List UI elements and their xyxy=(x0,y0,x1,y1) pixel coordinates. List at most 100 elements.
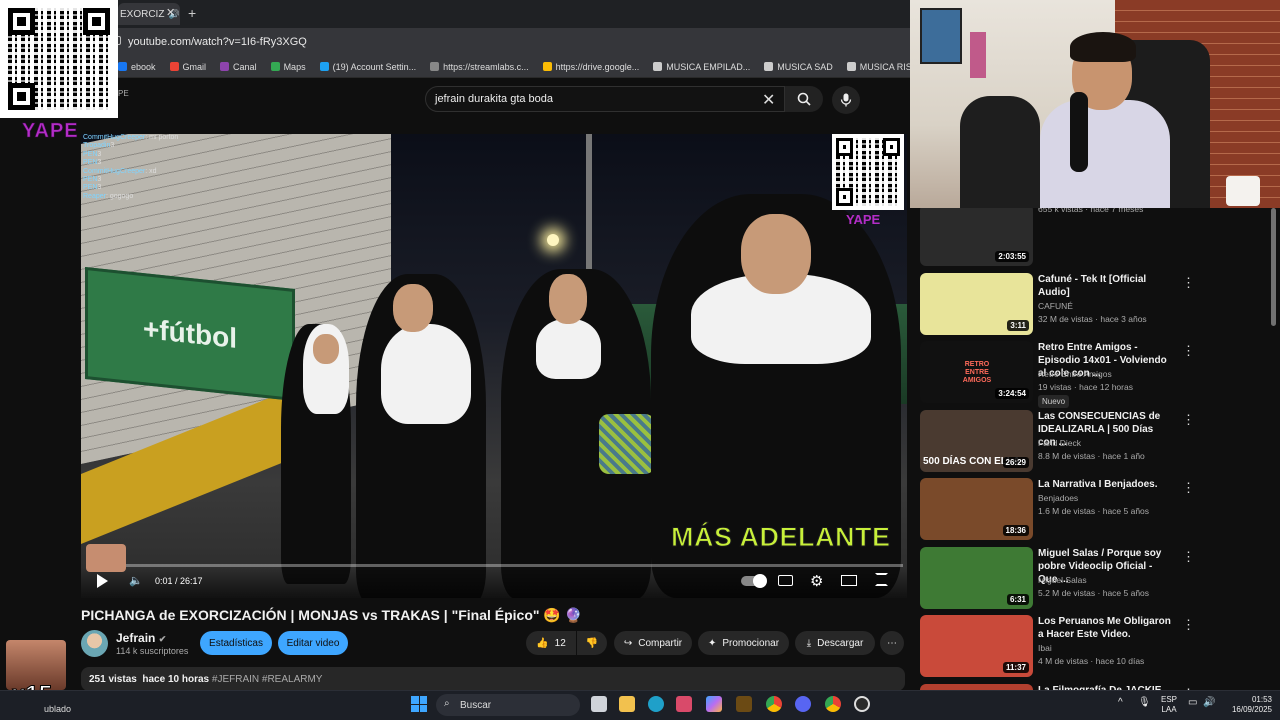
bookmark-item[interactable]: https://streamlabs.c... xyxy=(430,62,529,72)
bookmark-label: MUSICA RISA xyxy=(859,61,910,72)
recommended-video[interactable]: 3:11 Cafuné - Tek It [Official Audio] CAFU… xyxy=(920,272,1270,335)
language-indicator[interactable]: ESP LAA xyxy=(1161,695,1177,715)
edge-icon[interactable] xyxy=(648,696,664,712)
recommended-video[interactable]: 2:03:55 655 k vistas · hace 7 meses xyxy=(920,208,1270,266)
progress-bar[interactable] xyxy=(87,564,903,567)
recommended-channel[interactable]: Retro Entre Amigos xyxy=(1038,369,1112,379)
subtitles-icon[interactable] xyxy=(778,575,793,586)
recommended-channel[interactable]: Benjadoes xyxy=(1038,493,1078,503)
settings-icon[interactable]: ⚙ xyxy=(810,572,823,590)
streamer-body xyxy=(1040,100,1170,208)
bookmark-item[interactable]: Maps xyxy=(270,62,306,72)
tray-mic-icon[interactable]: 🎙 xyxy=(1138,697,1151,708)
bookmark-item[interactable]: ebook xyxy=(118,62,156,72)
thumbs-down-icon: 👎 xyxy=(585,637,599,649)
recommended-video[interactable]: 11:37 Los Peruanos Me Obligaron a Hacer E… xyxy=(920,615,1270,677)
video-thumbnail[interactable]: 11:37 xyxy=(920,615,1033,677)
video-thumbnail[interactable]: 18:36 xyxy=(920,478,1033,540)
hashtags[interactable]: #JEFRAIN #REALARMY xyxy=(212,674,323,685)
chrome-icon[interactable] xyxy=(766,696,782,712)
obs-icon[interactable] xyxy=(854,696,870,712)
more-options-icon[interactable]: ⋮ xyxy=(1182,412,1195,428)
download-button[interactable]: ⤓ Descargar xyxy=(795,631,875,655)
recommended-video[interactable]: 500 DÍAS CON ELLA 26:29 Las CONSECUENCIAS … xyxy=(920,409,1270,472)
video-thumbnail[interactable]: 6:31 xyxy=(920,546,1033,609)
bookmark-item[interactable]: Gmail xyxy=(169,62,206,72)
chat-message: Reaper: gogogo xyxy=(83,193,178,201)
dislike-button[interactable]: 👎 xyxy=(577,631,607,655)
close-tab-icon[interactable]: ✕ xyxy=(166,6,175,19)
video-player[interactable]: +fútbol MÁS ADELANTE CommitHugCreeper: m… xyxy=(81,134,907,598)
bookmark-item[interactable]: (19) Account Settin... xyxy=(319,62,416,72)
volume-icon[interactable]: 🔈 xyxy=(129,574,143,587)
warcraft-icon[interactable] xyxy=(736,696,752,712)
channel-name[interactable]: Jefrain ✔ xyxy=(116,631,166,645)
fullscreen-icon[interactable] xyxy=(875,573,888,586)
bookmark-item[interactable]: MUSICA SAD xyxy=(764,62,833,72)
task-view-icon[interactable] xyxy=(591,696,607,712)
chrome-active-icon[interactable] xyxy=(825,696,841,712)
recommended-title[interactable]: Los Peruanos Me Obligaron a Hacer Este V… xyxy=(1038,615,1172,641)
share-button[interactable]: ↪ Compartir xyxy=(614,631,692,655)
recommended-title[interactable]: La Narrativa I Benjadoes. xyxy=(1038,478,1172,491)
video-thumbnail[interactable]: 2:03:55 xyxy=(920,208,1033,266)
windows-start-icon[interactable] xyxy=(411,696,427,712)
like-count: 12 xyxy=(554,637,566,649)
more-options-icon[interactable]: ⋮ xyxy=(1182,549,1195,565)
copilot-icon[interactable] xyxy=(706,696,722,712)
bookmark-item[interactable]: MUSICA EMPILAD... xyxy=(653,62,750,72)
voice-search-button[interactable] xyxy=(832,86,860,114)
bookmark-item[interactable]: Canal xyxy=(220,62,257,72)
snipping-tool-icon[interactable] xyxy=(676,696,692,712)
clock-time: 01:53 xyxy=(1251,695,1272,704)
recommended-channel[interactable]: Ibai xyxy=(1038,643,1052,653)
chat-message: Tropadin3 xyxy=(83,142,178,150)
video-thumbnail[interactable]: 3:11 xyxy=(920,272,1033,335)
channel-avatar[interactable] xyxy=(81,630,108,657)
recommended-channel[interactable]: Miguel Salas xyxy=(1038,575,1087,585)
taskbar-search[interactable]: ⌕ Buscar xyxy=(436,694,580,716)
clear-search-icon[interactable]: ✕ xyxy=(762,90,775,110)
more-options-icon[interactable]: ⋮ xyxy=(1182,480,1195,496)
recommended-video[interactable]: 18:36 La Narrativa I Benjadoes. Benjadoes 1… xyxy=(920,478,1270,540)
recommended-channel[interactable]: CAFUNÉ xyxy=(1038,301,1073,311)
new-tab-button[interactable]: + xyxy=(188,5,196,21)
like-button[interactable]: 👍 12 xyxy=(526,631,576,655)
promote-button[interactable]: ✦ Promocionar xyxy=(698,631,789,655)
video-duration: 3:11 xyxy=(1007,319,1029,331)
bookmark-item[interactable]: https://drive.google... xyxy=(542,62,639,72)
tray-chevron-icon[interactable]: ^ xyxy=(1118,697,1123,708)
bookmark-item[interactable]: MUSICA RISA xyxy=(846,61,910,72)
more-options-icon[interactable]: ⋮ xyxy=(1182,275,1195,291)
search-button[interactable] xyxy=(785,86,823,112)
recommended-title[interactable]: Cafuné - Tek It [Official Audio] xyxy=(1038,273,1172,299)
yape-label-small: YAPE xyxy=(846,212,881,227)
edit-video-button[interactable]: Editar video xyxy=(278,631,348,655)
volume-tray-icon[interactable]: 🔊 xyxy=(1203,697,1215,708)
sidebar-scrollbar[interactable] xyxy=(1271,208,1276,326)
play-button[interactable] xyxy=(97,574,108,588)
file-explorer-icon[interactable] xyxy=(619,696,635,712)
stats-button[interactable]: Estadísticas xyxy=(200,631,272,655)
stream-chat-overlay: CommitHugCreeper: mi porton Tropadin3 PEN3… xyxy=(83,134,178,201)
theater-mode-icon[interactable] xyxy=(841,575,857,586)
webcam-streamer xyxy=(1020,30,1180,208)
youtube-logo[interactable]: PE xyxy=(118,89,129,98)
discord-icon[interactable] xyxy=(795,696,811,712)
video-thumbnail[interactable]: RETRO ENTRE AMIGOS 3:24:54 xyxy=(920,341,1033,403)
recommended-video[interactable]: RETRO ENTRE AMIGOS 3:24:54 Retro Entre Ami… xyxy=(920,341,1270,408)
chat-username: Tropadin xyxy=(83,142,111,150)
autoplay-toggle[interactable] xyxy=(741,574,767,588)
recommended-channel[interactable]: Farid Dieck xyxy=(1038,438,1081,448)
search-input[interactable]: jefrain durakita gta boda xyxy=(425,86,785,112)
more-options-icon[interactable]: ⋮ xyxy=(1182,617,1195,633)
description-box[interactable]: 251 vistas hace 10 horas #JEFRAIN #REALA… xyxy=(81,667,905,691)
more-options-icon[interactable]: ⋮ xyxy=(1182,343,1195,359)
more-actions-button[interactable]: ⋯ xyxy=(880,631,904,655)
network-icon[interactable]: ▭ xyxy=(1188,697,1197,708)
url-field[interactable]: youtube.com/watch?v=1I6-fRy3XGQ xyxy=(128,36,307,48)
chat-username: PEN xyxy=(83,159,98,167)
taskbar-clock[interactable]: 01:53 16/09/2025 xyxy=(1222,695,1272,715)
video-thumbnail[interactable]: 500 DÍAS CON ELLA 26:29 xyxy=(920,409,1033,472)
recommended-video[interactable]: 6:31 Miguel Salas / Porque soy pobre Vide… xyxy=(920,546,1270,609)
